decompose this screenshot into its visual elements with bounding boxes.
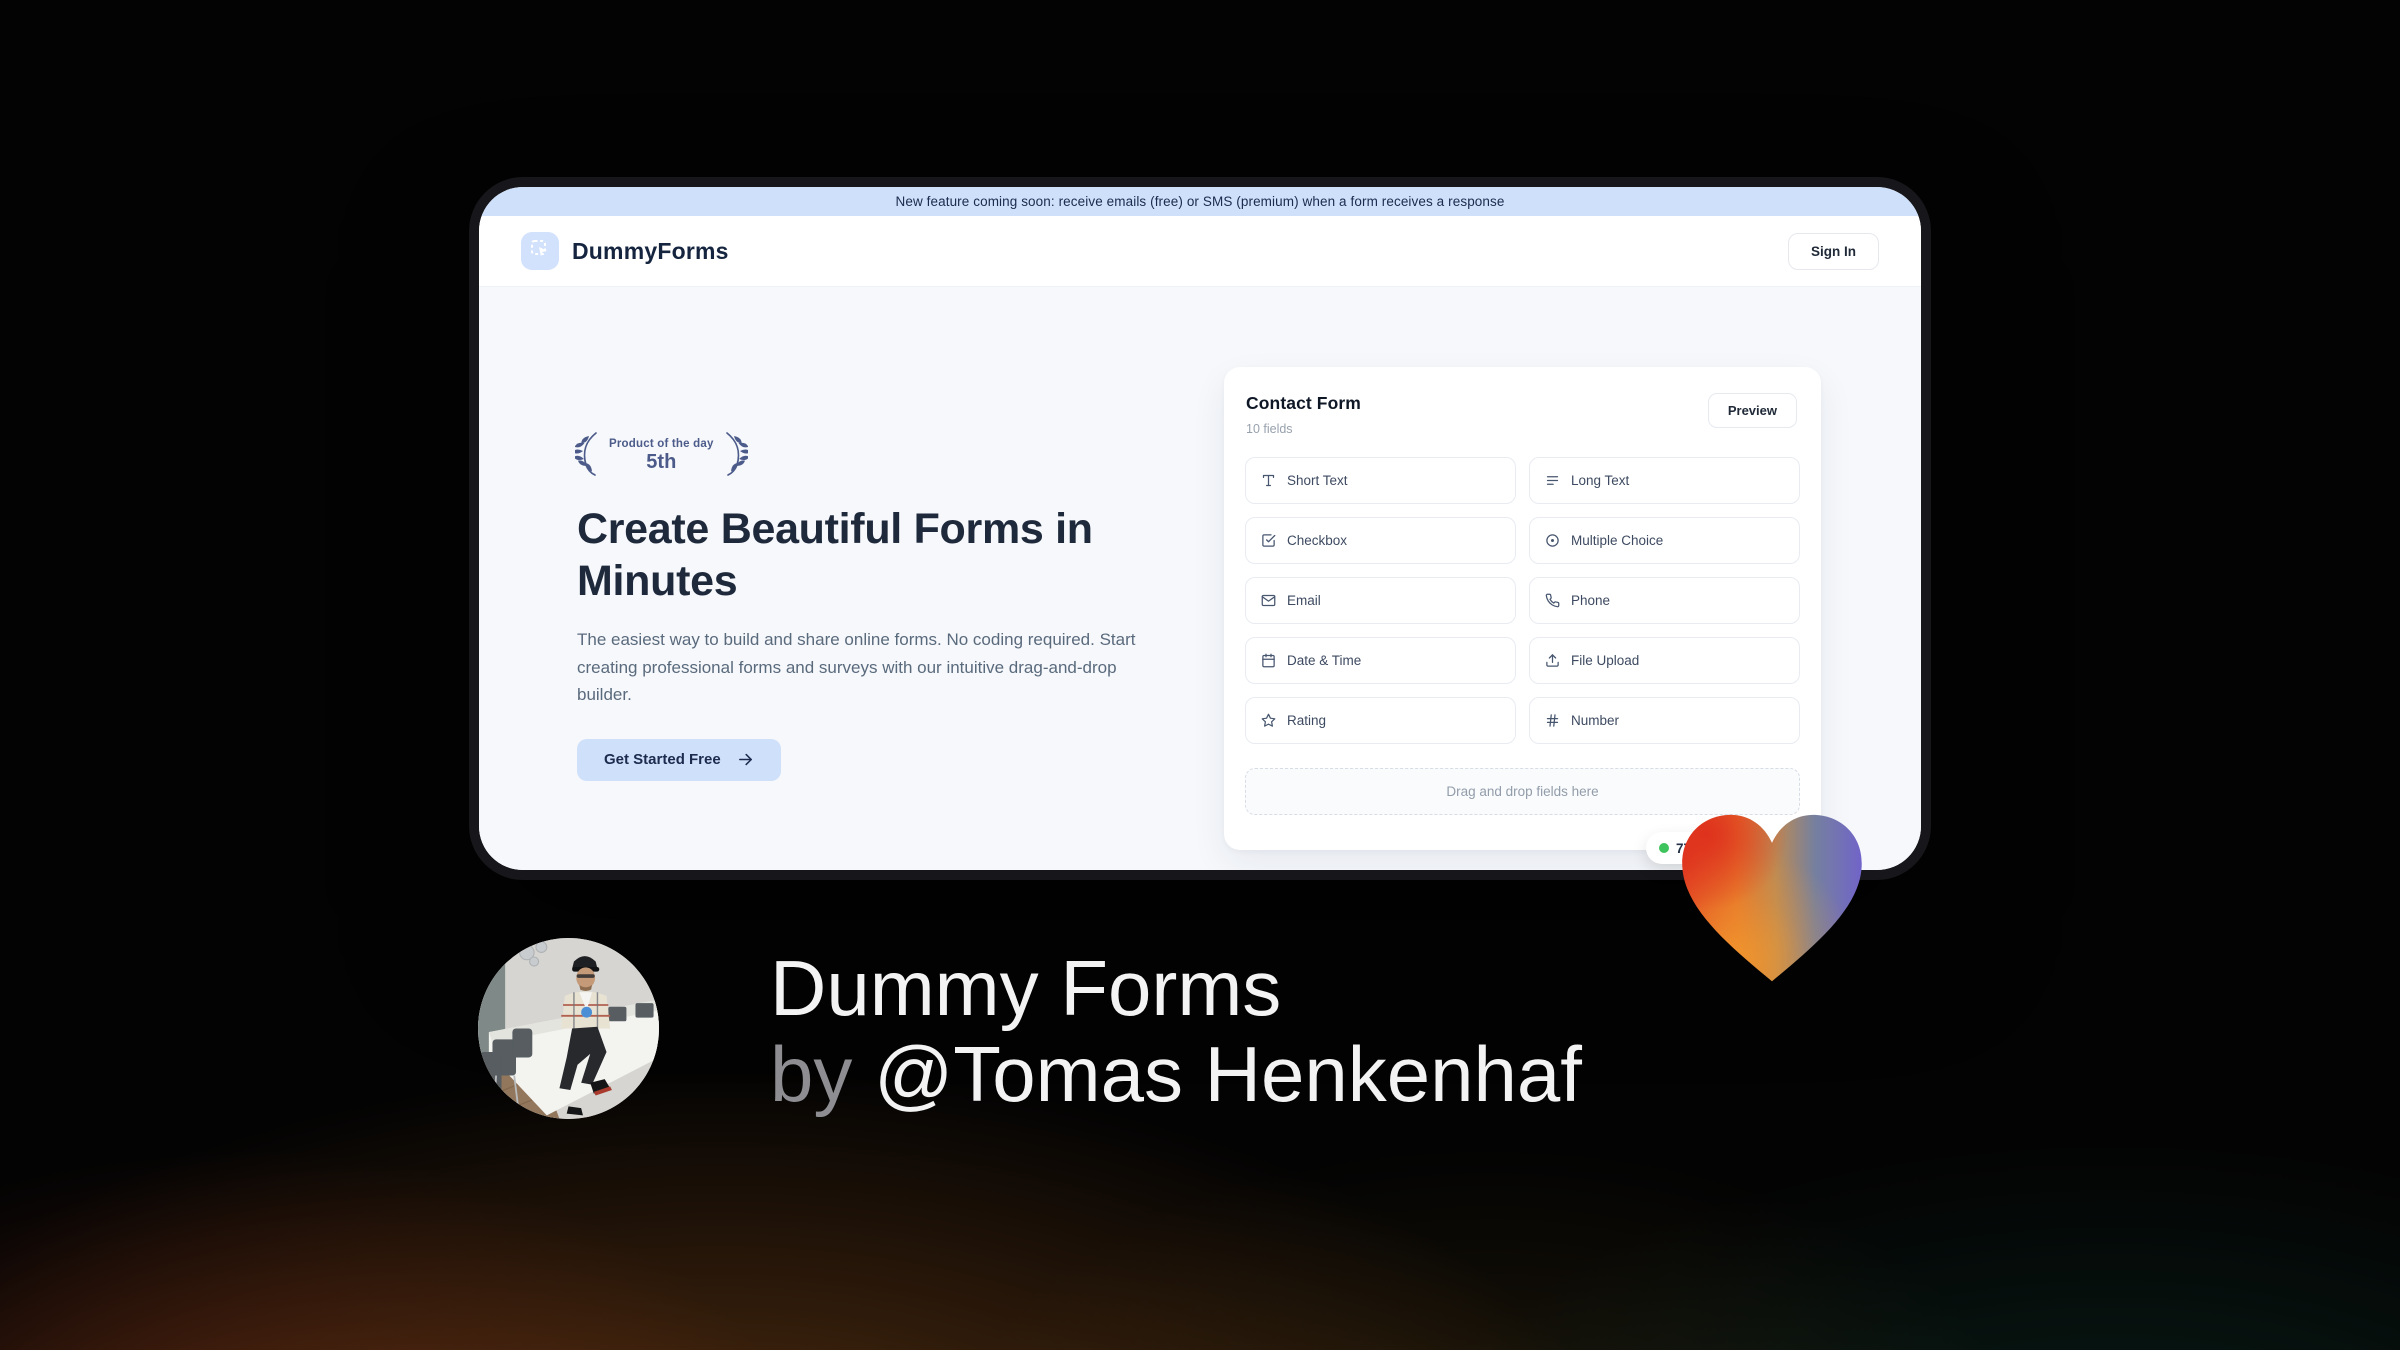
field-type-label: File Upload (1571, 653, 1640, 668)
field-type-label: Multiple Choice (1571, 533, 1664, 548)
field-type-label: Checkbox (1287, 533, 1348, 548)
hero-title: Create Beautiful Forms in Minutes (577, 505, 1093, 605)
credit-text: Dummy Forms by @Tomas Henkenhaf (770, 944, 1582, 1118)
field-type-button[interactable]: Email (1245, 577, 1516, 624)
field-type-label: Phone (1571, 593, 1611, 608)
field-type-label: Long Text (1571, 473, 1630, 488)
hero-description: The easiest way to build and share onlin… (577, 630, 1136, 705)
field-type-grid: Short Text Long Text Checkbox Multiple Choi… (1245, 457, 1800, 744)
form-field-count: 10 fields (1246, 422, 1293, 436)
dropzone[interactable]: Drag and drop fields here (1245, 768, 1800, 815)
get-started-label: Get Started Free (604, 751, 721, 769)
laurel-left-icon (572, 429, 603, 482)
field-type-button[interactable]: Short Text (1245, 457, 1516, 504)
brand-name: DummyForms (572, 237, 729, 264)
field-type-button[interactable]: Checkbox (1245, 517, 1516, 564)
get-started-button[interactable]: Get Started Free (577, 738, 781, 781)
product-of-the-day-badge: Product of the day 5th (572, 429, 1162, 482)
pod-label: Product of the day (609, 437, 714, 450)
announcement-text: New feature coming soon: receive emails … (895, 194, 1505, 209)
field-type-button[interactable]: Number (1529, 697, 1800, 744)
form-card-header: Contact Form 10 fields Preview (1224, 367, 1821, 436)
form-builder-card: Contact Form 10 fields Preview Short Tex… (1224, 367, 1821, 850)
hero-section: Product of the day 5th Create Beautiful … (572, 429, 1162, 781)
landing-main: Product of the day 5th Create Beautiful … (479, 287, 1921, 870)
calendar-icon (1261, 653, 1276, 668)
dropzone-text: Drag and drop fields here (1446, 784, 1599, 799)
laurel-right-icon (720, 429, 751, 482)
credit-byline-prefix: by (770, 1029, 853, 1118)
sign-in-button[interactable]: Sign In (1788, 232, 1879, 270)
hash-icon (1545, 713, 1560, 728)
star-icon (1261, 713, 1276, 728)
app-header: DummyForms Sign In (479, 216, 1921, 287)
field-type-button[interactable]: Rating (1245, 697, 1516, 744)
upload-icon (1545, 653, 1560, 668)
preview-button[interactable]: Preview (1707, 393, 1797, 428)
field-type-label: Number (1571, 713, 1620, 728)
field-type-button[interactable]: Date & Time (1245, 637, 1516, 684)
field-type-label: Date & Time (1287, 653, 1362, 668)
short-text-icon (1261, 473, 1276, 488)
field-type-button[interactable]: Phone (1529, 577, 1800, 624)
credit-author: @Tomas Henkenhaf (874, 1029, 1582, 1118)
checkbox-icon (1261, 533, 1276, 548)
field-type-label: Email (1287, 593, 1321, 608)
field-type-button[interactable]: File Upload (1529, 637, 1800, 684)
form-card-titles: Contact Form 10 fields (1246, 393, 1361, 436)
announcement-banner: New feature coming soon: receive emails … (479, 187, 1921, 216)
long-text-icon (1545, 473, 1560, 488)
brand-logo[interactable] (521, 232, 559, 270)
field-type-label: Rating (1287, 713, 1327, 728)
form-title: Contact Form (1246, 393, 1361, 413)
credit-product-name: Dummy Forms (770, 944, 1282, 1032)
author-avatar (478, 938, 659, 1119)
radio-icon (1545, 533, 1560, 548)
email-icon (1261, 593, 1276, 608)
product-of-the-day-text: Product of the day 5th (609, 438, 714, 474)
phone-icon (1545, 593, 1560, 608)
arrow-right-icon (737, 751, 754, 768)
pod-rank: 5th (646, 450, 677, 473)
live-dot-icon (1659, 843, 1669, 853)
cursor-select-icon (529, 238, 551, 265)
gradient-heart-icon (1676, 813, 1868, 985)
field-type-label: Short Text (1287, 473, 1348, 488)
field-type-button[interactable]: Multiple Choice (1529, 517, 1800, 564)
field-type-button[interactable]: Long Text (1529, 457, 1800, 504)
browser-window: New feature coming soon: receive emails … (479, 187, 1921, 870)
